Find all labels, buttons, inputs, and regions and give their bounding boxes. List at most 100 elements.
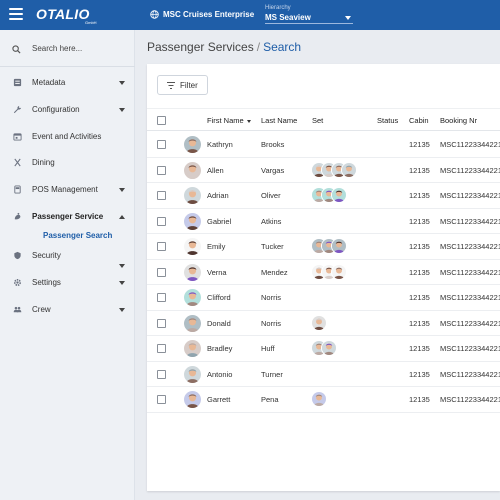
row-checkbox[interactable] xyxy=(157,369,166,379)
passenger-avatar[interactable] xyxy=(184,365,201,383)
breadcrumb-parent[interactable]: Passenger Services xyxy=(147,40,254,54)
search-placeholder: Search here... xyxy=(32,44,83,53)
cell-last-name: Atkins xyxy=(261,216,282,226)
sidebar-item-dining[interactable]: Dining xyxy=(0,153,135,173)
cell-first-name: Adrian xyxy=(207,191,229,200)
set-member-avatar[interactable] xyxy=(311,391,327,407)
cell-cabin: 12135 xyxy=(409,395,430,404)
row-checkbox[interactable] xyxy=(157,344,166,353)
set-member-avatar[interactable] xyxy=(331,238,347,254)
passenger-avatar[interactable] xyxy=(184,314,201,332)
cell-cabin: 12135 xyxy=(409,242,430,251)
sidebar-search-input[interactable]: Search here... xyxy=(12,43,127,55)
sidebar-item-pos-management[interactable]: POS Management xyxy=(0,180,135,200)
table-row[interactable]: Allen Vargas 12135 MSC112233442212 xyxy=(147,158,500,183)
sidebar-item-label: Security xyxy=(32,251,61,260)
cell-booking-nr: MSC112233442212 xyxy=(440,369,500,379)
cell-booking-nr: MSC112233442212 xyxy=(440,140,500,149)
passenger-avatar[interactable] xyxy=(184,340,201,357)
cell-booking-nr: MSC112233442212 xyxy=(440,216,500,226)
set-member-avatar[interactable] xyxy=(331,187,347,203)
column-header-booking-nr[interactable]: Booking Nr xyxy=(440,116,477,125)
set-member-avatar[interactable] xyxy=(341,161,357,178)
table-row[interactable]: Verna Mendez 12135 MSC112233442212 xyxy=(147,260,500,285)
set-member-avatar[interactable] xyxy=(331,263,347,280)
column-header-first-name[interactable]: First Name xyxy=(207,116,251,125)
table-row[interactable]: Bradley Huff 12135 MSC112233442212 xyxy=(147,336,500,362)
chevron-down-icon xyxy=(119,188,125,192)
sidebar-divider xyxy=(0,66,135,67)
shield-icon xyxy=(14,251,21,260)
sidebar-item-metadata[interactable]: Metadata xyxy=(0,73,135,93)
table-row[interactable]: Antonio Turner 12135 MSC112233442212 xyxy=(147,362,500,387)
table-row[interactable]: Garrett Pena 12135 MSC112233442212 xyxy=(147,387,500,413)
passenger-avatar[interactable] xyxy=(184,238,201,255)
row-checkbox[interactable] xyxy=(157,165,166,175)
row-checkbox[interactable] xyxy=(157,216,166,226)
table-row[interactable]: Donald Norris 12135 MSC112233442212 xyxy=(147,311,500,336)
row-checkbox[interactable] xyxy=(157,140,166,149)
cell-last-name: Pena xyxy=(261,395,279,404)
chevron-down-icon xyxy=(119,264,125,268)
sort-down-icon xyxy=(246,119,251,123)
chevron-down-icon xyxy=(119,281,125,285)
people-icon xyxy=(13,306,22,313)
column-header-last-name[interactable]: Last Name xyxy=(261,116,297,125)
column-header-status[interactable]: Status xyxy=(377,116,398,125)
sidebar-item-security[interactable]: Security xyxy=(0,246,135,268)
cell-cabin: 12135 xyxy=(409,344,430,353)
cell-last-name: Vargas xyxy=(261,165,285,175)
passenger-avatar[interactable] xyxy=(184,391,201,408)
hierarchy-select[interactable]: MS Seaview xyxy=(265,13,353,24)
cell-booking-nr: MSC112233442212 xyxy=(440,191,500,200)
sidebar-item-label: Configuration xyxy=(32,105,80,114)
row-checkbox[interactable] xyxy=(157,318,166,328)
passenger-icon xyxy=(14,212,21,220)
passenger-avatar[interactable] xyxy=(184,212,201,230)
passenger-avatar[interactable] xyxy=(184,136,201,153)
passenger-avatar[interactable] xyxy=(184,263,201,281)
hierarchy-label: Hierarchy xyxy=(265,5,291,11)
row-checkbox[interactable] xyxy=(157,395,166,404)
cell-first-name: Allen xyxy=(207,165,224,175)
sidebar-item-label: Dining xyxy=(32,158,55,167)
passenger-avatar[interactable] xyxy=(184,289,201,306)
cell-cabin: 12135 xyxy=(409,216,430,226)
sidebar-item-event-and-activities[interactable]: Event and Activities xyxy=(0,127,135,147)
table-row[interactable]: Gabriel Atkins 12135 MSC112233442212 xyxy=(147,209,500,234)
top-bar: OTALIO GmbH MSC Cruises Enterprise Hiera… xyxy=(0,0,500,30)
wrench-icon xyxy=(13,105,22,114)
row-checkbox[interactable] xyxy=(157,191,166,200)
chevron-down-icon xyxy=(119,81,125,85)
chevron-down-icon xyxy=(119,108,125,112)
cell-cabin: 12135 xyxy=(409,369,430,379)
row-checkbox[interactable] xyxy=(157,267,166,277)
column-header-cabin[interactable]: Cabin xyxy=(409,116,429,125)
row-checkbox[interactable] xyxy=(157,293,166,302)
sidebar-item-configuration[interactable]: Configuration xyxy=(0,100,135,120)
passenger-avatar[interactable] xyxy=(184,161,201,179)
table-row[interactable]: Kathryn Brooks 12135 MSC112233442212 xyxy=(147,132,500,158)
table-row[interactable]: Clifford Norris 12135 MSC112233442212 xyxy=(147,285,500,311)
cell-cabin: 12135 xyxy=(409,267,430,277)
sidebar-item-settings[interactable]: Settings xyxy=(0,273,135,293)
cell-first-name: Clifford xyxy=(207,293,231,302)
set-member-avatar[interactable] xyxy=(311,314,327,331)
chevron-down-icon xyxy=(119,308,125,312)
column-header-set[interactable]: Set xyxy=(312,116,323,125)
hamburger-menu-icon[interactable] xyxy=(9,8,23,20)
table-header: First Name Last Name Set Status Cabin Bo… xyxy=(147,108,500,131)
select-all-checkbox[interactable] xyxy=(157,116,166,125)
row-checkbox[interactable] xyxy=(157,242,166,251)
set-member-avatar[interactable] xyxy=(321,340,337,356)
table-row[interactable]: Adrian Oliver 12135 MSC112233442212 xyxy=(147,183,500,209)
filter-button[interactable]: Filter xyxy=(157,75,208,95)
passenger-avatar[interactable] xyxy=(184,187,201,204)
cell-last-name: Huff xyxy=(261,344,275,353)
sidebar-subitem-passenger-search[interactable]: Passenger Search xyxy=(43,231,112,240)
sidebar-item-passenger-service[interactable]: Passenger Service xyxy=(0,207,135,227)
table-row[interactable]: Emily Tucker 12135 MSC112233442212 xyxy=(147,234,500,260)
sidebar-item-crew[interactable]: Crew xyxy=(0,300,135,320)
cell-cabin: 12135 xyxy=(409,140,430,149)
filter-label: Filter xyxy=(180,81,198,90)
